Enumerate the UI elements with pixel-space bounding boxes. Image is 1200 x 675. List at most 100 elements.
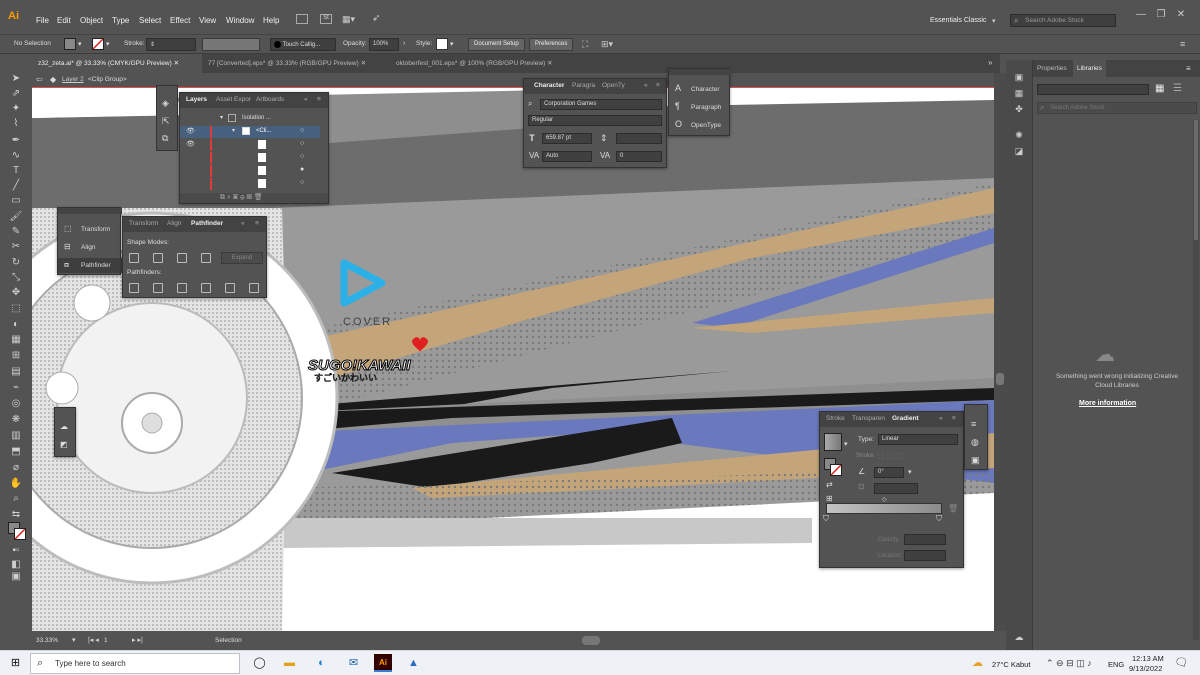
back-arrow-icon[interactable]: ⇦: [36, 75, 43, 84]
cc-libraries-icon[interactable]: ☁: [1013, 632, 1025, 644]
midpoint-diamond-icon[interactable]: ◇: [882, 496, 887, 503]
menu-type[interactable]: Type: [112, 16, 129, 25]
gradient-type-select[interactable]: Linear: [878, 434, 958, 445]
opacity-field[interactable]: 100%: [369, 38, 399, 51]
libraries-scroll-thumb[interactable]: [1194, 120, 1198, 240]
stop-opacity-field[interactable]: [904, 534, 946, 545]
artboard-tool-icon[interactable]: ⬒: [8, 445, 24, 459]
layer-row[interactable]: ○: [180, 152, 320, 164]
menu-edit[interactable]: Edit: [57, 16, 71, 25]
graphic-style-swatch[interactable]: [436, 38, 448, 50]
collapse-icon[interactable]: «: [304, 96, 308, 103]
target-icon[interactable]: ○: [300, 179, 304, 186]
tab-artboards[interactable]: Artboards: [256, 96, 284, 103]
magic-wand-icon[interactable]: ✦: [8, 102, 24, 116]
blend-tool-icon[interactable]: ◎: [8, 397, 24, 411]
slice-tool-icon[interactable]: ⌀: [8, 461, 24, 475]
menu-object[interactable]: Object: [80, 16, 103, 25]
gradient-stop-left[interactable]: ⛉: [823, 514, 829, 524]
trim-icon[interactable]: [153, 283, 163, 293]
collapse-icon[interactable]: «: [241, 220, 245, 227]
stock-icon[interactable]: St: [320, 14, 332, 24]
intersect-icon[interactable]: [177, 253, 187, 263]
preferences-button[interactable]: Preferences: [529, 38, 574, 51]
column-graph-icon[interactable]: ▥: [8, 429, 24, 443]
gradient-tool-icon[interactable]: ▤: [8, 365, 24, 379]
tab-pathfinder[interactable]: Pathfinder: [191, 220, 223, 227]
stroke-weight-field[interactable]: ⇕: [146, 38, 196, 51]
layer-row-selected[interactable]: 👁 ▾ <Cli... ○: [180, 126, 320, 138]
tab-gradient[interactable]: Gradient: [892, 415, 919, 422]
dock-character[interactable]: Character: [691, 86, 720, 93]
brushes-icon[interactable]: ✤: [1013, 104, 1025, 116]
target-icon[interactable]: ○: [300, 153, 304, 160]
panel-menu-icon[interactable]: ≡: [952, 415, 956, 422]
gradient-annotator-icon[interactable]: ⊞: [826, 494, 833, 503]
rectangle-tool-icon[interactable]: ▭: [8, 194, 24, 208]
free-transform-icon[interactable]: ⬚: [8, 302, 24, 316]
exclude-icon[interactable]: [201, 253, 211, 263]
breadcrumb-layer[interactable]: Layer 2: [62, 76, 84, 83]
zoom-tool-icon[interactable]: ⌕: [8, 492, 24, 506]
asset-export-icon[interactable]: ⇱: [162, 116, 170, 127]
layer-row[interactable]: 👁 ○: [180, 139, 320, 151]
gradient-slider[interactable]: [826, 503, 942, 514]
dock-align[interactable]: Align: [81, 244, 95, 251]
font-style-field[interactable]: Regular: [528, 115, 662, 126]
layers-icon[interactable]: ◈: [162, 98, 169, 109]
tab-paragraph[interactable]: Paragra: [572, 82, 595, 89]
chevron-down-icon[interactable]: ▾: [992, 17, 996, 25]
tab-transform[interactable]: Transform: [129, 220, 158, 227]
list-view-icon[interactable]: ☰: [1173, 83, 1182, 94]
illustrator-taskbar-icon[interactable]: Ai: [374, 654, 392, 672]
curvature-tool-icon[interactable]: ∿: [8, 149, 24, 163]
align-icon[interactable]: ⊟: [64, 242, 71, 251]
scissors-tool-icon[interactable]: ✂: [8, 240, 24, 254]
kerning-field[interactable]: [616, 133, 662, 144]
transparency-icon[interactable]: ◍: [971, 437, 979, 448]
tab-properties[interactable]: Properties: [1037, 65, 1067, 72]
type-tool-icon[interactable]: T: [8, 164, 24, 178]
task-view-icon[interactable]: ◯: [252, 656, 267, 671]
minus-front-icon[interactable]: [153, 253, 163, 263]
tray-icons[interactable]: ⌃ ⊖ ⊟ ◫ ♪: [1046, 658, 1092, 669]
stroke-panel-icon[interactable]: ≡: [971, 419, 976, 429]
chevron-down-icon[interactable]: ▾: [232, 127, 235, 134]
tab-asset-export[interactable]: Asset Expor: [216, 96, 251, 103]
font-size-field[interactable]: 659.87 pt: [542, 133, 592, 144]
dock-transform[interactable]: Transform: [81, 226, 110, 233]
zoom-level[interactable]: 33.33%: [36, 637, 58, 644]
chevron-down-icon[interactable]: ▾: [78, 40, 82, 48]
target-icon[interactable]: ○: [300, 127, 304, 134]
swap-fill-stroke-icon[interactable]: ⇆: [8, 508, 24, 522]
tab-libraries[interactable]: Libraries: [1073, 60, 1106, 77]
reverse-gradient-icon[interactable]: ⇄: [826, 480, 833, 489]
divide-icon[interactable]: [129, 283, 139, 293]
artboard-number[interactable]: 1: [104, 637, 108, 644]
gradient-preview[interactable]: [824, 433, 842, 451]
collapse-icon[interactable]: «: [939, 415, 943, 422]
layers-footer-icons[interactable]: ⧉ ⌕ ▣ ⊕ ▤ 🗑: [220, 193, 263, 202]
menu-file[interactable]: File: [36, 16, 49, 25]
chevron-down-icon[interactable]: ▾: [844, 440, 848, 448]
eye-icon[interactable]: 👁: [186, 127, 195, 135]
tab-z32-zeta[interactable]: z32_zeta.ai* @ 33.33% (CMYK/GPU Preview)…: [32, 54, 202, 73]
clock-date[interactable]: 9/13/2022: [1129, 664, 1162, 673]
menu-help[interactable]: Help: [263, 16, 279, 25]
arrange-icon[interactable]: ⊞▾: [601, 39, 613, 50]
outline-icon[interactable]: [225, 283, 235, 293]
chevron-down-icon[interactable]: ▾: [908, 468, 912, 476]
bridge-icon[interactable]: [296, 14, 308, 24]
document-setup-button[interactable]: Document Setup: [468, 38, 525, 51]
transform-icon[interactable]: ⛶: [582, 39, 588, 50]
perspective-grid-icon[interactable]: ▦: [8, 333, 24, 347]
libraries-search-box[interactable]: ⌕ Search Adobe Stock: [1037, 102, 1197, 114]
chevron-down-icon[interactable]: ▾: [450, 40, 454, 48]
panel-menu-icon[interactable]: ≡: [317, 96, 321, 103]
dock-paragraph[interactable]: Paragraph: [691, 104, 721, 111]
character-icon[interactable]: A: [675, 83, 681, 93]
tab-stroke[interactable]: Stroke: [826, 415, 845, 422]
tab-align[interactable]: Align: [167, 220, 181, 227]
close-icon[interactable]: ✕: [361, 60, 366, 67]
photos-icon[interactable]: ▲: [406, 656, 421, 671]
